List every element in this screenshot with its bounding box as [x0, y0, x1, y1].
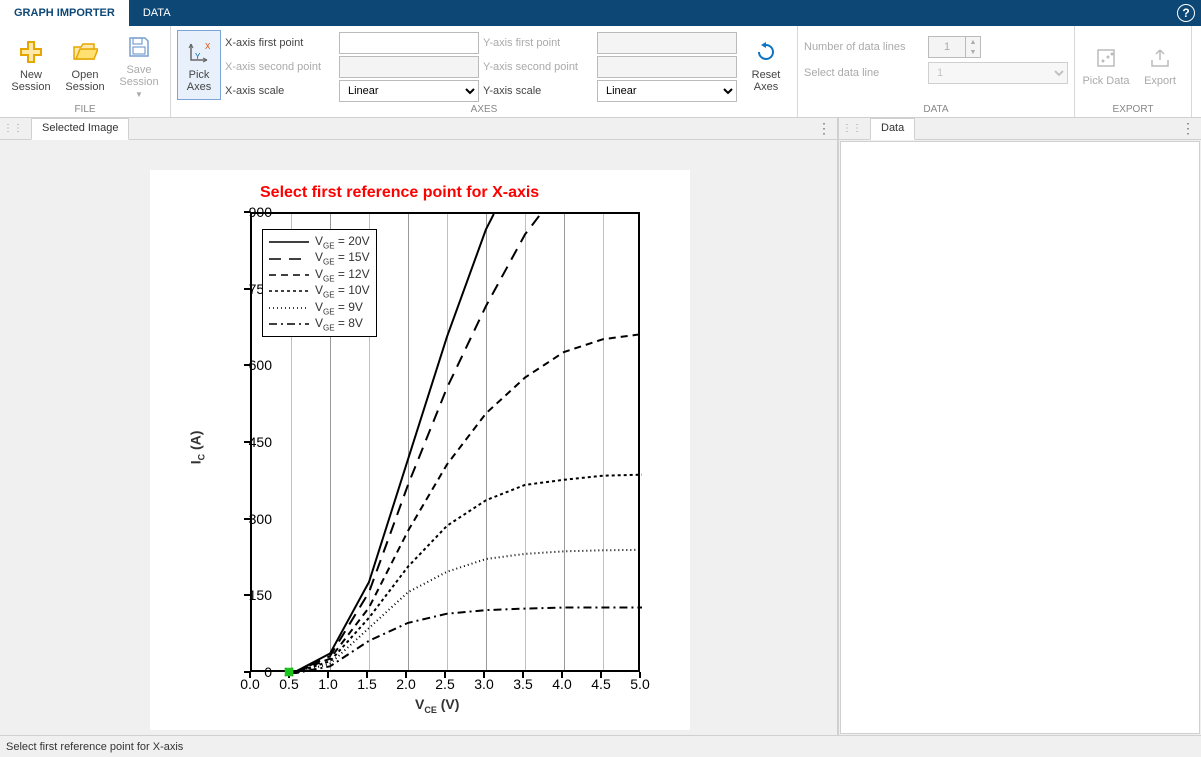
select-y-scale[interactable]: Linear	[597, 80, 737, 102]
left-pane-tabbar: ⋮⋮ Selected Image ⋮	[0, 118, 837, 140]
folder-icon	[72, 37, 98, 67]
input-y-second	[597, 56, 737, 78]
input-num-lines	[929, 37, 965, 57]
grip-icon[interactable]: ⋮⋮	[842, 123, 862, 134]
curve-V_GE=9V	[291, 550, 642, 674]
pick-data-button: Pick Data	[1081, 30, 1131, 100]
ribbon-group-label-axes: AXES	[177, 102, 791, 115]
chart: IC (A) VCE (V) 0150300450600750900 0.00.…	[170, 208, 670, 718]
reset-axes-button[interactable]: Reset Axes	[741, 30, 791, 100]
new-session-button[interactable]: New Session	[6, 30, 56, 100]
save-session-button: Save Session ▼	[114, 30, 164, 100]
label: Export	[1144, 75, 1176, 87]
input-x-first[interactable]	[339, 32, 479, 54]
num-lines-stepper: ▲▼	[928, 36, 981, 58]
x-tick-label: 1.5	[352, 676, 382, 692]
right-pane-tabbar: ⋮⋮ Data ⋮	[839, 118, 1201, 140]
open-session-button[interactable]: Open Session	[60, 30, 110, 100]
status-bar: Select first reference point for X-axis	[0, 735, 1201, 757]
pane-menu-icon[interactable]: ⋮	[817, 120, 831, 137]
label-x-first: X-axis first point	[225, 37, 335, 49]
input-x-second	[339, 56, 479, 78]
label: Pick Data	[1082, 75, 1129, 87]
label-y-second: Y-axis second point	[483, 61, 593, 73]
x-tick-label: 0.0	[235, 676, 265, 692]
label-y-scale: Y-axis scale	[483, 85, 593, 97]
tab-graph-importer[interactable]: GRAPH IMPORTER	[0, 0, 129, 26]
ribbon-group-label-data: DATA	[804, 102, 1068, 115]
legend-item: VGE = 15V	[269, 250, 370, 266]
label: Open Session	[60, 69, 110, 93]
ribbon-group-label-file: FILE	[6, 102, 164, 115]
ribbon-group-export: Pick Data Export EXPORT	[1075, 26, 1192, 117]
pick-axes-button[interactable]: XY Pick Axes	[177, 30, 221, 100]
status-text: Select first reference point for X-axis	[6, 741, 183, 753]
collapse-ribbon-icon[interactable]: ▲	[1192, 99, 1201, 117]
x-tick-label: 2.5	[430, 676, 460, 692]
axes-icon: XY	[187, 37, 211, 67]
ribbon-group-data: Number of data lines ▲▼ Select data line…	[798, 26, 1075, 117]
x-tick-label: 4.5	[586, 676, 616, 692]
tab-data[interactable]: DATA	[129, 2, 185, 24]
curve-V_GE=10V	[291, 475, 642, 674]
legend: VGE = 20VVGE = 15VVGE = 12VVGE = 10VVGE …	[262, 229, 377, 337]
image-area: Select first reference point for X-axis …	[0, 140, 837, 735]
prompt-text: Select first reference point for X-axis	[260, 184, 539, 202]
ribbon-group-axes: XY Pick Axes X-axis first point X-axis s…	[171, 26, 798, 117]
stepper-up-icon: ▲	[966, 37, 980, 47]
label-y-first: Y-axis first point	[483, 37, 593, 49]
help-button[interactable]: ?	[1177, 4, 1195, 22]
label: Pick Axes	[178, 69, 220, 93]
label: New Session	[6, 69, 56, 93]
curve-V_GE=12V	[291, 334, 642, 674]
save-icon	[127, 32, 151, 62]
main-tab-bar: GRAPH IMPORTER DATA ?	[0, 0, 1201, 26]
label-select-line: Select data line	[804, 67, 924, 79]
right-pane: ⋮⋮ Data ⋮	[837, 118, 1201, 735]
label-x-second: X-axis second point	[225, 61, 335, 73]
pick-data-icon	[1094, 43, 1118, 73]
y-axis-label: IC (A)	[187, 431, 206, 465]
left-pane: ⋮⋮ Selected Image ⋮ Select first referen…	[0, 118, 837, 735]
stepper-down-icon: ▼	[966, 47, 980, 57]
workspace: ⋮⋮ Selected Image ⋮ Select first referen…	[0, 118, 1201, 735]
ribbon: New Session Open Session Save Session ▼ …	[0, 26, 1201, 118]
ribbon-group-file: New Session Open Session Save Session ▼ …	[0, 26, 171, 117]
svg-text:Y: Y	[195, 52, 201, 61]
x-tick-label: 3.0	[469, 676, 499, 692]
legend-item: VGE = 9V	[269, 300, 370, 316]
x-tick-label: 0.5	[274, 676, 304, 692]
export-button: Export	[1135, 30, 1185, 100]
legend-item: VGE = 20V	[269, 234, 370, 250]
x-tick-label: 5.0	[625, 676, 655, 692]
svg-text:X: X	[205, 42, 211, 51]
chart-plot-area: VGE = 20VVGE = 15VVGE = 12VVGE = 10VVGE …	[250, 212, 640, 672]
label: Save Session	[114, 64, 164, 88]
x-axis-label: VCE (V)	[415, 696, 459, 715]
legend-item: VGE = 8V	[269, 316, 370, 332]
x-tick-label: 4.0	[547, 676, 577, 692]
data-panel-body	[840, 141, 1200, 734]
select-x-scale[interactable]: Linear	[339, 80, 479, 102]
x-tick-label: 2.0	[391, 676, 421, 692]
label-num-lines: Number of data lines	[804, 41, 924, 53]
x-tick-label: 1.0	[313, 676, 343, 692]
reset-icon	[754, 37, 778, 67]
label: Reset Axes	[741, 69, 791, 93]
ribbon-group-label-export: EXPORT	[1081, 102, 1185, 115]
select-data-line: 1	[928, 62, 1068, 84]
plus-icon	[19, 37, 43, 67]
legend-item: VGE = 10V	[269, 283, 370, 299]
label-x-scale: X-axis scale	[225, 85, 335, 97]
input-y-first	[597, 32, 737, 54]
tab-data-pane[interactable]: Data	[870, 118, 915, 140]
legend-item: VGE = 12V	[269, 267, 370, 283]
x-tick-label: 3.5	[508, 676, 538, 692]
tab-selected-image[interactable]: Selected Image	[31, 118, 129, 140]
pane-menu-icon[interactable]: ⋮	[1181, 120, 1195, 137]
imported-image[interactable]: Select first reference point for X-axis …	[150, 170, 690, 730]
export-icon	[1148, 43, 1172, 73]
grip-icon[interactable]: ⋮⋮	[3, 123, 23, 134]
